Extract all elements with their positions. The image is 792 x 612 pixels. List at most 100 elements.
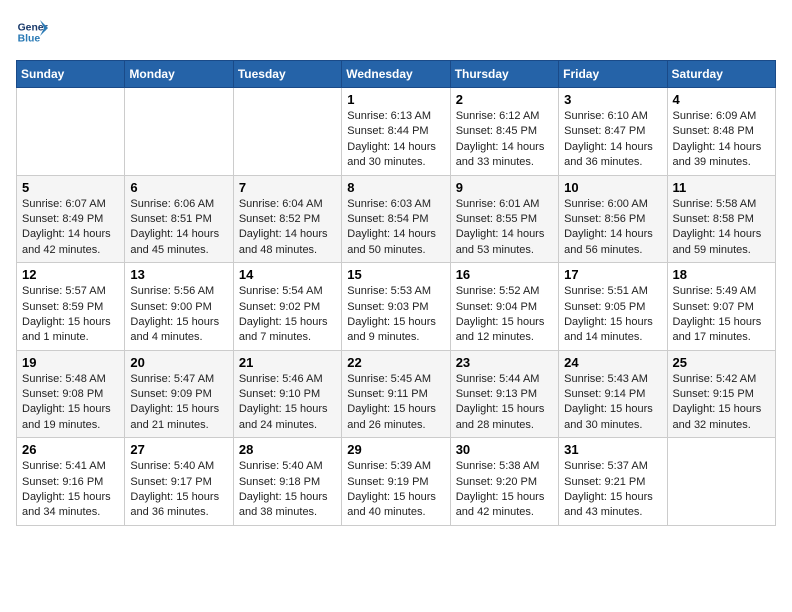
day-info: Sunrise: 5:57 AM Sunset: 8:59 PM Dayligh…	[22, 284, 119, 346]
calendar-cell: 10 Sunrise: 6:00 AM Sunset: 8:56 PM Dayli…	[559, 175, 667, 263]
calendar-cell: 2 Sunrise: 6:12 AM Sunset: 8:45 PM Daylig…	[450, 88, 558, 176]
day-number: 20	[130, 355, 227, 370]
day-info: Sunrise: 5:37 AM Sunset: 9:21 PM Dayligh…	[564, 459, 661, 521]
day-number: 28	[239, 442, 336, 457]
logo: General Blue	[16, 16, 48, 48]
day-info: Sunrise: 6:04 AM Sunset: 8:52 PM Dayligh…	[239, 197, 336, 259]
calendar-cell	[233, 88, 341, 176]
day-number: 11	[673, 180, 770, 195]
day-number: 31	[564, 442, 661, 457]
day-info: Sunrise: 5:40 AM Sunset: 9:18 PM Dayligh…	[239, 459, 336, 521]
calendar-header-row: SundayMondayTuesdayWednesdayThursdayFrid…	[17, 61, 776, 88]
calendar-cell: 26Sunrise: 5:41 AM Sunset: 9:16 PM Dayli…	[17, 438, 125, 526]
day-header-tuesday: Tuesday	[233, 61, 341, 88]
day-number: 25	[673, 355, 770, 370]
day-number: 19	[22, 355, 119, 370]
calendar-cell: 27 Sunrise: 5:40 AM Sunset: 9:17 PM Dayli…	[125, 438, 233, 526]
day-number: 29	[347, 442, 444, 457]
day-info: Sunrise: 5:54 AM Sunset: 9:02 PM Dayligh…	[239, 284, 336, 346]
day-info: Sunrise: 6:00 AM Sunset: 8:56 PM Dayligh…	[564, 197, 661, 259]
calendar-cell: 15 Sunrise: 5:53 AM Sunset: 9:03 PM Dayli…	[342, 263, 450, 351]
day-number: 23	[456, 355, 553, 370]
day-info: Sunrise: 6:01 AM Sunset: 8:55 PM Dayligh…	[456, 197, 553, 259]
calendar-cell: 1 Sunrise: 6:13 AM Sunset: 8:44 PM Daylig…	[342, 88, 450, 176]
page-header: General Blue	[16, 16, 776, 48]
calendar-cell: 28 Sunrise: 5:40 AM Sunset: 9:18 PM Dayli…	[233, 438, 341, 526]
calendar-cell: 3Sunrise: 6:10 AM Sunset: 8:47 PM Daylig…	[559, 88, 667, 176]
day-number: 21	[239, 355, 336, 370]
day-number: 24	[564, 355, 661, 370]
day-info: Sunrise: 5:53 AM Sunset: 9:03 PM Dayligh…	[347, 284, 444, 346]
logo-icon: General Blue	[16, 16, 48, 48]
day-number: 15	[347, 267, 444, 282]
calendar-cell: 4 Sunrise: 6:09 AM Sunset: 8:48 PM Daylig…	[667, 88, 775, 176]
day-info: Sunrise: 5:52 AM Sunset: 9:04 PM Dayligh…	[456, 284, 553, 346]
day-info: Sunrise: 5:51 AM Sunset: 9:05 PM Dayligh…	[564, 284, 661, 346]
calendar-cell: 21 Sunrise: 5:46 AM Sunset: 9:10 PM Dayli…	[233, 350, 341, 438]
day-info: Sunrise: 5:47 AM Sunset: 9:09 PM Dayligh…	[130, 372, 227, 434]
day-number: 9	[456, 180, 553, 195]
calendar-cell: 9 Sunrise: 6:01 AM Sunset: 8:55 PM Daylig…	[450, 175, 558, 263]
day-header-monday: Monday	[125, 61, 233, 88]
day-info: Sunrise: 5:38 AM Sunset: 9:20 PM Dayligh…	[456, 459, 553, 521]
day-number: 6	[130, 180, 227, 195]
calendar-cell: 20 Sunrise: 5:47 AM Sunset: 9:09 PM Dayli…	[125, 350, 233, 438]
day-info: Sunrise: 5:41 AM Sunset: 9:16 PM Dayligh…	[22, 459, 119, 521]
calendar-cell: 5Sunrise: 6:07 AM Sunset: 8:49 PM Daylig…	[17, 175, 125, 263]
calendar-cell: 30 Sunrise: 5:38 AM Sunset: 9:20 PM Dayli…	[450, 438, 558, 526]
day-number: 27	[130, 442, 227, 457]
day-info: Sunrise: 6:06 AM Sunset: 8:51 PM Dayligh…	[130, 197, 227, 259]
calendar-cell: 22 Sunrise: 5:45 AM Sunset: 9:11 PM Dayli…	[342, 350, 450, 438]
day-header-wednesday: Wednesday	[342, 61, 450, 88]
day-header-thursday: Thursday	[450, 61, 558, 88]
calendar-cell: 31 Sunrise: 5:37 AM Sunset: 9:21 PM Dayli…	[559, 438, 667, 526]
day-number: 10	[564, 180, 661, 195]
day-number: 12	[22, 267, 119, 282]
day-number: 3	[564, 92, 661, 107]
calendar-cell: 17Sunrise: 5:51 AM Sunset: 9:05 PM Dayli…	[559, 263, 667, 351]
day-number: 14	[239, 267, 336, 282]
calendar-cell	[667, 438, 775, 526]
calendar-cell: 25 Sunrise: 5:42 AM Sunset: 9:15 PM Dayli…	[667, 350, 775, 438]
calendar-cell: 16 Sunrise: 5:52 AM Sunset: 9:04 PM Dayli…	[450, 263, 558, 351]
day-info: Sunrise: 5:42 AM Sunset: 9:15 PM Dayligh…	[673, 372, 770, 434]
day-info: Sunrise: 5:39 AM Sunset: 9:19 PM Dayligh…	[347, 459, 444, 521]
day-info: Sunrise: 5:46 AM Sunset: 9:10 PM Dayligh…	[239, 372, 336, 434]
day-info: Sunrise: 5:44 AM Sunset: 9:13 PM Dayligh…	[456, 372, 553, 434]
day-header-friday: Friday	[559, 61, 667, 88]
calendar-week-row: 5Sunrise: 6:07 AM Sunset: 8:49 PM Daylig…	[17, 175, 776, 263]
day-info: Sunrise: 5:43 AM Sunset: 9:14 PM Dayligh…	[564, 372, 661, 434]
calendar-cell: 13Sunrise: 5:56 AM Sunset: 9:00 PM Dayli…	[125, 263, 233, 351]
calendar-cell: 14 Sunrise: 5:54 AM Sunset: 9:02 PM Dayli…	[233, 263, 341, 351]
day-info: Sunrise: 5:45 AM Sunset: 9:11 PM Dayligh…	[347, 372, 444, 434]
calendar-week-row: 26Sunrise: 5:41 AM Sunset: 9:16 PM Dayli…	[17, 438, 776, 526]
day-info: Sunrise: 5:49 AM Sunset: 9:07 PM Dayligh…	[673, 284, 770, 346]
calendar-table: SundayMondayTuesdayWednesdayThursdayFrid…	[16, 60, 776, 526]
day-number: 5	[22, 180, 119, 195]
day-info: Sunrise: 6:13 AM Sunset: 8:44 PM Dayligh…	[347, 109, 444, 171]
day-number: 1	[347, 92, 444, 107]
calendar-cell: 11 Sunrise: 5:58 AM Sunset: 8:58 PM Dayli…	[667, 175, 775, 263]
calendar-week-row: 19Sunrise: 5:48 AM Sunset: 9:08 PM Dayli…	[17, 350, 776, 438]
calendar-cell	[125, 88, 233, 176]
day-header-saturday: Saturday	[667, 61, 775, 88]
calendar-cell	[17, 88, 125, 176]
day-header-sunday: Sunday	[17, 61, 125, 88]
calendar-cell: 29 Sunrise: 5:39 AM Sunset: 9:19 PM Dayli…	[342, 438, 450, 526]
day-number: 4	[673, 92, 770, 107]
calendar-cell: 7Sunrise: 6:04 AM Sunset: 8:52 PM Daylig…	[233, 175, 341, 263]
day-number: 30	[456, 442, 553, 457]
day-info: Sunrise: 5:40 AM Sunset: 9:17 PM Dayligh…	[130, 459, 227, 521]
calendar-week-row: 12 Sunrise: 5:57 AM Sunset: 8:59 PM Dayli…	[17, 263, 776, 351]
calendar-cell: 12 Sunrise: 5:57 AM Sunset: 8:59 PM Dayli…	[17, 263, 125, 351]
calendar-week-row: 1 Sunrise: 6:13 AM Sunset: 8:44 PM Daylig…	[17, 88, 776, 176]
day-number: 2	[456, 92, 553, 107]
day-info: Sunrise: 6:12 AM Sunset: 8:45 PM Dayligh…	[456, 109, 553, 171]
day-info: Sunrise: 6:03 AM Sunset: 8:54 PM Dayligh…	[347, 197, 444, 259]
calendar-cell: 23 Sunrise: 5:44 AM Sunset: 9:13 PM Dayli…	[450, 350, 558, 438]
day-number: 22	[347, 355, 444, 370]
day-info: Sunrise: 6:09 AM Sunset: 8:48 PM Dayligh…	[673, 109, 770, 171]
day-info: Sunrise: 5:56 AM Sunset: 9:00 PM Dayligh…	[130, 284, 227, 346]
day-info: Sunrise: 5:58 AM Sunset: 8:58 PM Dayligh…	[673, 197, 770, 259]
day-number: 16	[456, 267, 553, 282]
